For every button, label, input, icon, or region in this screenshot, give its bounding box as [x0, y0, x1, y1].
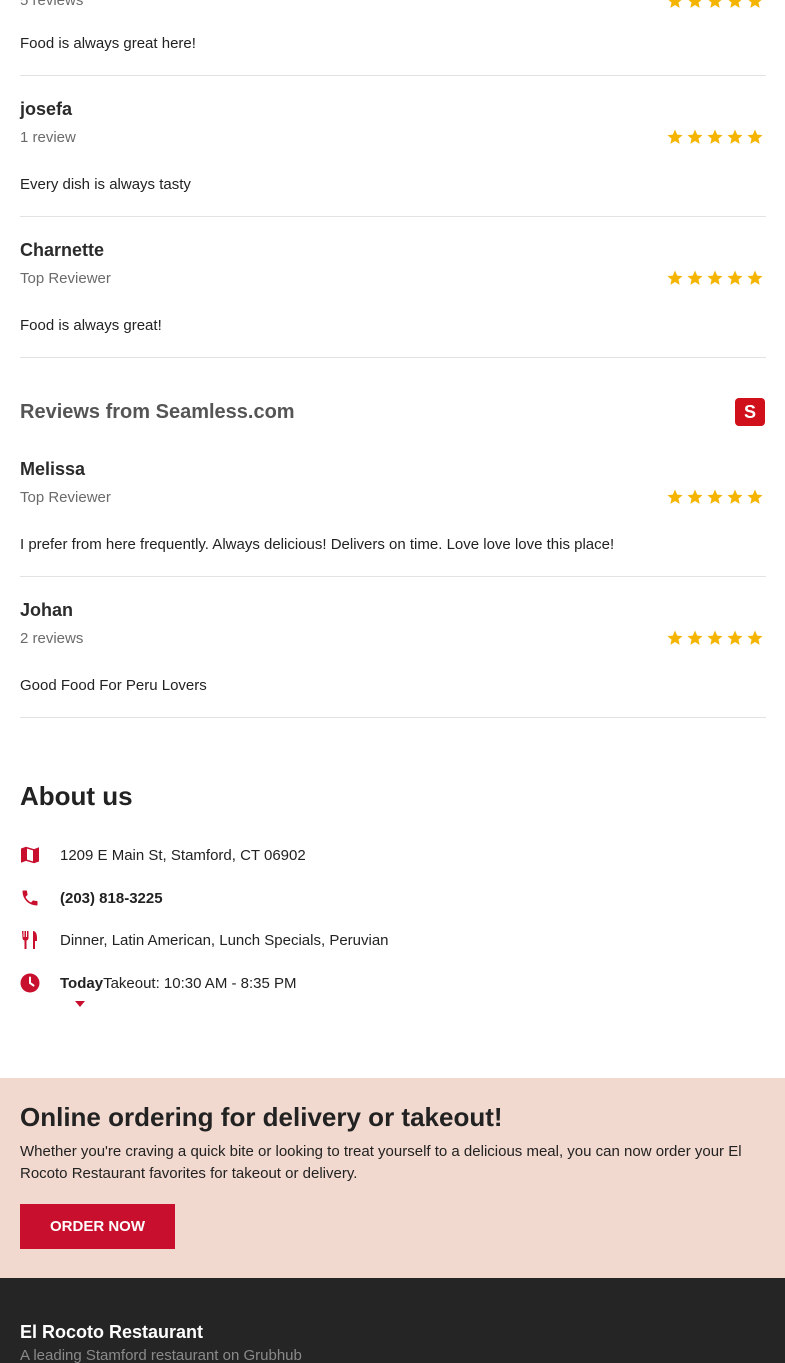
reviewer-name: Melissa — [20, 459, 86, 479]
review-text: I prefer from here frequently. Always de… — [20, 536, 615, 553]
reviewer-meta: Top Reviewer — [20, 270, 111, 287]
star-icon — [687, 270, 703, 285]
hours-day: Today — [60, 974, 104, 992]
promo-text: Whether you're craving a quick bite or l… — [20, 1143, 742, 1182]
star-icon — [687, 630, 703, 645]
star-icon — [708, 0, 722, 8]
review-text: Every dish is always tasty — [20, 176, 191, 193]
star-icon — [707, 129, 723, 144]
star-icon — [707, 630, 723, 645]
star-icon — [747, 129, 763, 144]
caret-down-icon[interactable] — [75, 1001, 85, 1007]
review-card: 5 reviews Food is always great here! — [20, 0, 766, 76]
star-rating — [666, 488, 764, 506]
review-card: josefa 1 review Every dish is always tas… — [20, 76, 766, 217]
star-icon — [747, 630, 763, 645]
cuisine-text: Dinner, Latin American, Lunch Specials, … — [60, 931, 389, 949]
star-icon — [688, 0, 702, 8]
star-rating — [666, 269, 764, 287]
clock-icon — [20, 973, 40, 993]
star-icon — [687, 489, 703, 504]
reviewer-meta: 5 reviews — [20, 0, 84, 9]
star-icon — [707, 270, 723, 285]
phone-icon — [20, 888, 40, 908]
star-icon — [668, 0, 682, 8]
promo-title: Online ordering for delivery or takeout! — [20, 1102, 503, 1132]
star-icon — [727, 129, 743, 144]
footer: El Rocoto Restaurant A leading Stamford … — [0, 1278, 785, 1363]
reviewer-name: Charnette — [20, 240, 105, 260]
seamless-logo: S — [735, 398, 765, 426]
utensils-icon — [20, 930, 40, 950]
footer-brand: El Rocoto Restaurant — [20, 1322, 204, 1342]
reviewer-meta: 1 review — [20, 129, 76, 146]
review-text: Good Food For Peru Lovers — [20, 677, 207, 694]
phone-link[interactable]: (203) 818-3225 — [60, 890, 163, 907]
about-us-title: About us — [20, 781, 133, 811]
hours-row[interactable]: TodayTakeout: 10:30 AM - 8:35 PM — [20, 973, 297, 993]
star-rating — [666, 629, 764, 647]
phone-row[interactable]: (203) 818-3225 — [20, 888, 163, 908]
star-rating — [666, 0, 764, 10]
order-promo-banner: Online ordering for delivery or takeout!… — [0, 1078, 785, 1278]
hours-value: Takeout: 10:30 AM - 8:35 PM — [103, 974, 297, 992]
order-now-button[interactable]: ORDER NOW — [20, 1204, 175, 1249]
phone-number[interactable]: (203) 818-3225 — [60, 890, 163, 907]
review-card: Melissa Top Reviewer I prefer from here … — [20, 436, 766, 577]
star-rating — [666, 128, 764, 146]
star-icon — [667, 270, 683, 285]
cuisine-row: Dinner, Latin American, Lunch Specials, … — [20, 930, 389, 950]
seamless-reviews-title: Reviews from Seamless.com — [20, 401, 295, 423]
map-icon — [20, 845, 40, 865]
star-icon — [667, 489, 683, 504]
review-text: Food is always great here! — [20, 35, 196, 52]
hours-text[interactable]: TodayTakeout: 10:30 AM - 8:35 PM — [60, 975, 297, 992]
star-icon — [667, 129, 683, 144]
reviewer-meta: 2 reviews — [20, 630, 84, 647]
reviewer-name: Johan — [20, 600, 74, 620]
reviewer-meta: Top Reviewer — [20, 489, 111, 506]
star-icon — [748, 0, 762, 8]
reviewer-name: josefa — [20, 99, 73, 119]
footer-tagline: A leading Stamford restaurant on Grubhub — [20, 1347, 302, 1363]
review-card: Johan 2 reviews Good Food For Peru Lover… — [20, 577, 766, 718]
star-icon — [687, 129, 703, 144]
star-icon — [728, 0, 742, 8]
address-row: 1209 E Main St, Stamford, CT 06902 — [20, 845, 306, 865]
star-icon — [727, 270, 743, 285]
star-icon — [667, 630, 683, 645]
star-icon — [727, 489, 743, 504]
star-icon — [707, 489, 723, 504]
review-text: Food is always great! — [20, 317, 162, 334]
address-text: 1209 E Main St, Stamford, CT 06902 — [60, 846, 306, 864]
review-card: Charnette Top Reviewer Food is always gr… — [20, 217, 766, 358]
star-icon — [747, 489, 763, 504]
star-icon — [747, 270, 763, 285]
star-icon — [727, 630, 743, 645]
